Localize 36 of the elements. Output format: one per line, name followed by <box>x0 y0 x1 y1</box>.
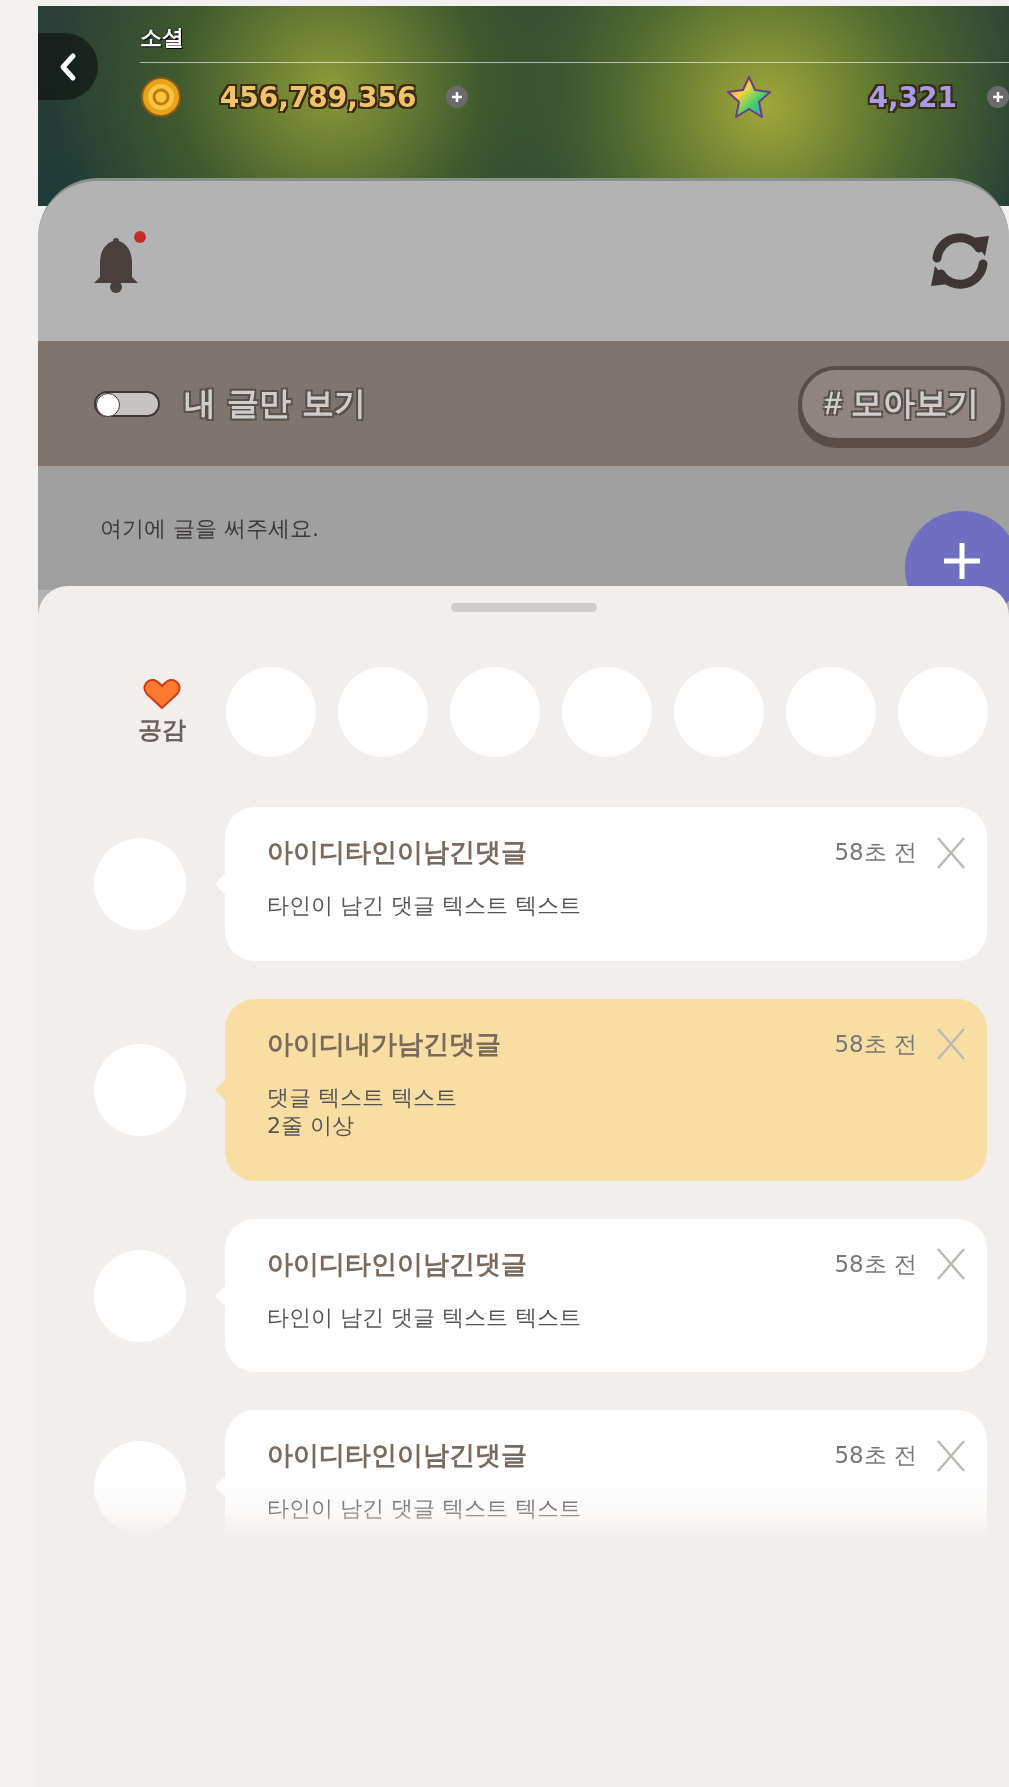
coin-icon <box>139 76 182 118</box>
toggle-label: 내 글만 보기 <box>184 382 367 424</box>
comment-time: 58초 전 <box>834 1029 917 1059</box>
close-icon <box>935 1027 967 1062</box>
add-coins-button[interactable] <box>446 86 469 108</box>
close-icon <box>935 1247 967 1282</box>
delete-button[interactable] <box>935 1438 967 1473</box>
comment-text: 타인이 남긴 댓글 텍스트 텍스트 <box>267 892 582 920</box>
comment-text: 타인이 남긴 댓글 텍스트 텍스트 <box>267 1495 582 1524</box>
comment-text: 댓글 텍스트 텍스트 2줄 이상 <box>267 1083 458 1141</box>
comment-author: 아이디타인이남긴댓글 <box>267 1247 527 1281</box>
add-stars-button[interactable] <box>987 86 1009 108</box>
delete-button[interactable] <box>935 1247 967 1282</box>
heart-icon <box>143 678 181 710</box>
back-button[interactable] <box>38 33 98 100</box>
drag-handle[interactable] <box>450 603 597 612</box>
comment-author: 아이디타인이남긴댓글 <box>267 836 527 869</box>
page-title: 소셜 <box>139 24 184 52</box>
reaction-label: 공감 <box>138 715 186 746</box>
star-amount: 4,321 <box>868 80 957 114</box>
close-icon <box>935 835 967 870</box>
delete-button[interactable] <box>935 1027 967 1062</box>
comment-text: 타인이 남긴 댓글 텍스트 텍스트 <box>267 1303 582 1332</box>
comment-author: 아이디타인이남긴댓글 <box>267 1439 527 1473</box>
toggle-switch[interactable] <box>94 390 160 417</box>
star-icon <box>726 75 773 119</box>
coin-amount: 456,789,356 <box>219 80 417 114</box>
comment-time: 58초 전 <box>834 1441 917 1471</box>
plus-icon <box>450 90 465 104</box>
post-input-field[interactable]: 여기에 글을 써주세요. <box>38 466 1009 590</box>
plus-icon <box>991 90 1005 104</box>
comment-author: 아이디내가남긴댓글 <box>267 1027 501 1061</box>
comment-time: 58초 전 <box>834 1249 917 1279</box>
comment-time: 58초 전 <box>834 838 917 867</box>
delete-button[interactable] <box>935 835 967 870</box>
close-icon <box>935 1438 967 1473</box>
